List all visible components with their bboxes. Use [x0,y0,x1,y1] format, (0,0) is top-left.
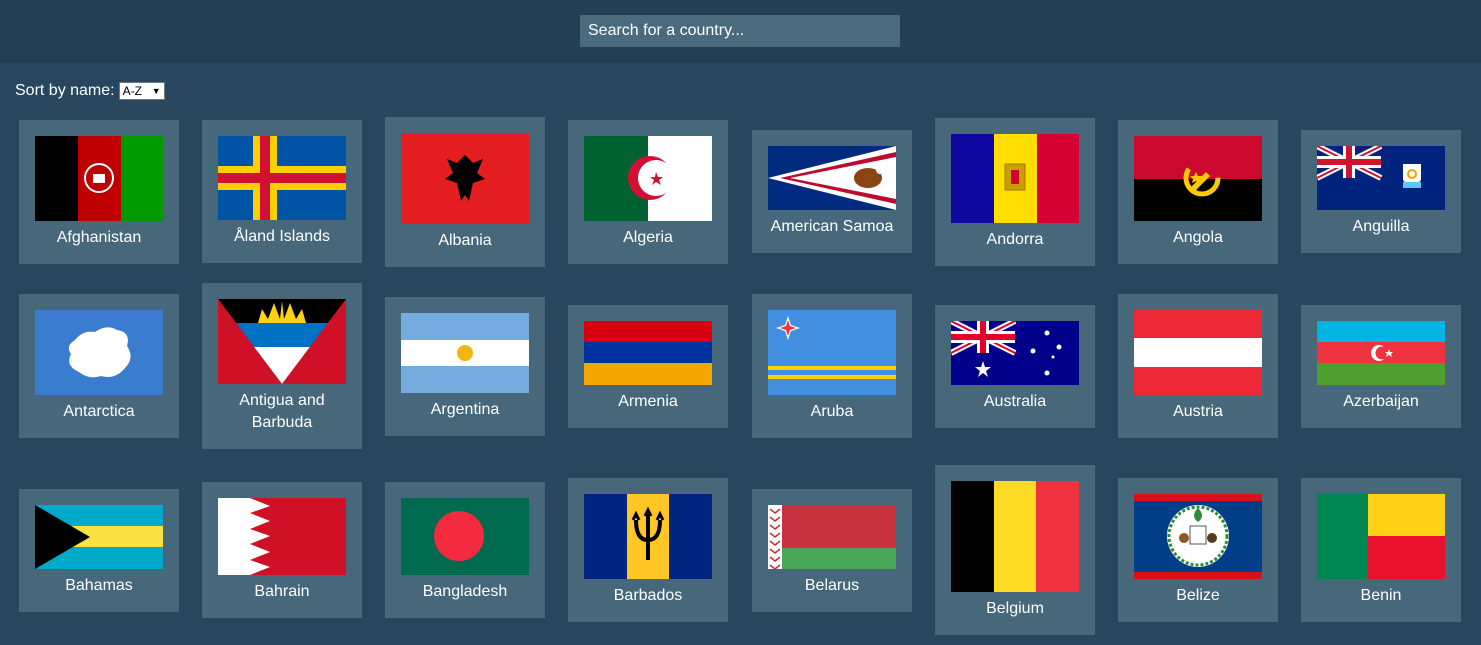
country-card-bahrain[interactable]: Bahrain [202,482,362,618]
search-input[interactable] [580,15,900,47]
country-name: Belize [1176,587,1220,604]
country-name: Antigua and Barbuda [239,392,325,431]
country-name: Belgium [986,600,1044,617]
anguilla-flag [1317,146,1445,210]
country-name: Anguilla [1352,218,1410,235]
bahrain-flag [218,498,346,575]
country-card-american-samoa[interactable]: American Samoa [752,130,912,253]
country-name: Afghanistan [56,229,142,246]
country-name: American Samoa [770,218,894,235]
country-name: Antarctica [63,403,135,420]
country-card-belarus[interactable]: Belarus [752,489,912,612]
belarus-flag [768,505,896,569]
benin-flag [1317,494,1445,579]
country-card-antigua-and-barbuda[interactable]: Antigua and Barbuda [202,283,362,449]
country-name: Armenia [618,393,678,410]
austria-flag [1134,310,1262,395]
country-card-angola[interactable]: Angola [1118,120,1278,264]
country-name: Austria [1173,403,1223,420]
sort-control: Sort by name: A-Z ▼ [15,80,165,102]
country-name: Bahamas [65,577,133,594]
country-card-azerbaijan[interactable]: Azerbaijan [1301,305,1461,428]
country-card-afghanistan[interactable]: Afghanistan [19,120,179,264]
country-card-anguilla[interactable]: Anguilla [1301,130,1461,253]
country-name: Australia [983,393,1047,410]
country-card-australia[interactable]: Australia [935,305,1095,428]
country-card-antarctica[interactable]: Antarctica [19,294,179,438]
country-name: Bahrain [254,583,310,600]
chevron-down-icon: ▼ [151,86,161,96]
country-name: Bangladesh [422,583,508,600]
angola-flag [1134,136,1262,221]
belgium-flag [951,481,1079,592]
country-name: Andorra [986,231,1044,248]
albania-flag [401,133,529,224]
country-card-austria[interactable]: Austria [1118,294,1278,438]
country-card-algeria[interactable]: Algeria [568,120,728,264]
belize-flag [1134,494,1262,579]
sort-select[interactable]: A-Z ▼ [118,82,165,100]
country-card-aruba[interactable]: Aruba [752,294,912,438]
algeria-flag [584,136,712,221]
country-name: Argentina [430,401,500,418]
country-name: Åland Islands [233,228,331,245]
andorra-flag [951,134,1079,223]
antigua-and-barbuda-flag [218,299,346,384]
country-card-belize[interactable]: Belize [1118,478,1278,622]
country-name: Benin [1360,587,1402,604]
aland-islands-flag [218,136,346,220]
country-name: Algeria [623,229,673,246]
azerbaijan-flag [1317,321,1445,385]
country-card-andorra[interactable]: Andorra [935,118,1095,266]
sort-selected-value: A-Z [122,84,142,98]
country-name: Aruba [810,403,854,420]
armenia-flag [584,321,712,385]
aruba-flag [768,310,896,395]
country-card-armenia[interactable]: Armenia [568,305,728,428]
country-card-bangladesh[interactable]: Bangladesh [385,482,545,618]
country-name: Angola [1173,229,1223,246]
bahamas-flag [35,505,163,569]
australia-flag [951,321,1079,385]
country-card-benin[interactable]: Benin [1301,478,1461,622]
afghanistan-flag [35,136,163,221]
american-samoa-flag [768,146,896,210]
sort-label: Sort by name: [15,82,115,99]
argentina-flag [401,313,529,393]
country-name: Belarus [804,577,860,594]
country-card-belgium[interactable]: Belgium [935,465,1095,635]
country-card-albania[interactable]: Albania [385,117,545,267]
country-name: Albania [438,232,492,249]
header-bar [0,0,1481,63]
barbados-flag [584,494,712,579]
country-name: Azerbaijan [1343,393,1419,410]
country-card-argentina[interactable]: Argentina [385,297,545,436]
bangladesh-flag [401,498,529,575]
country-name: Barbados [613,587,683,604]
country-card-aland-islands[interactable]: Åland Islands [202,120,362,263]
antarctica-flag [35,310,163,395]
country-card-bahamas[interactable]: Bahamas [19,489,179,612]
country-card-barbados[interactable]: Barbados [568,478,728,622]
